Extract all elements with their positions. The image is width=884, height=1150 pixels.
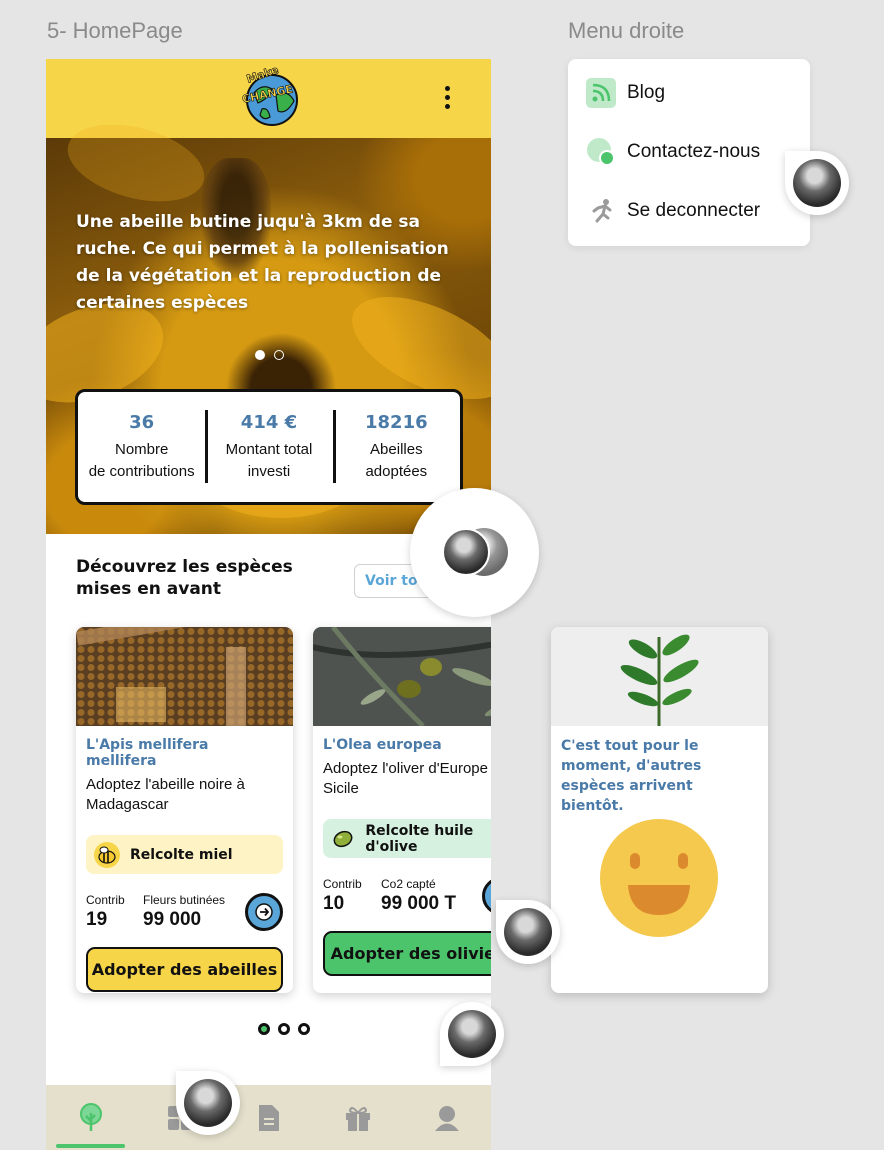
olive-icon <box>331 826 355 852</box>
coming-soon-text: C'est tout pour le moment, d'autres espè… <box>561 738 702 814</box>
adopt-olives-button[interactable]: Adopter des oliviers <box>323 931 491 976</box>
stat-label-line2: adoptées <box>365 463 428 480</box>
card-stat1-label: Contrib <box>323 877 362 891</box>
bottom-tab-bar <box>46 1085 491 1150</box>
card-stat1-value: 10 <box>323 893 345 914</box>
tab-home[interactable] <box>46 1085 135 1150</box>
pager-dot-3[interactable] <box>298 1023 310 1035</box>
collaborator-avatar[interactable] <box>440 1002 504 1066</box>
menu-item-contact[interactable]: Contactez-nous <box>586 137 760 167</box>
more-menu-icon[interactable] <box>440 86 454 112</box>
pager-dot-2[interactable] <box>278 1023 290 1035</box>
seedling-image <box>551 627 768 726</box>
tab-profile[interactable] <box>402 1085 491 1150</box>
hero-dot-2[interactable] <box>274 350 284 360</box>
stats-panel: 36 Nombre de contributions 414 € Montant… <box>75 389 463 505</box>
menu-item-logout[interactable]: Se deconnecter <box>586 196 760 226</box>
stat-label-line1: Montant total <box>225 441 313 458</box>
card-description: Adoptez l'abeille noire à Madagascar <box>86 776 245 813</box>
stat-label-line1: Nombre <box>114 441 169 458</box>
tab-active-indicator <box>56 1144 125 1148</box>
card-stat1-label: Contrib <box>86 893 125 907</box>
card-stat2-value: 99 000 T <box>381 893 456 914</box>
hero-carousel-dots[interactable] <box>255 350 284 360</box>
tree-icon <box>79 1102 102 1131</box>
species-card-olive[interactable]: L'Olea europea Adoptez l'oliver d'Europe… <box>313 627 491 993</box>
stat-bees: 18216 Abeilles adoptées <box>332 392 460 502</box>
card-stat2-label: Fleurs butinées <box>143 893 226 907</box>
hero-text: Une abeille butine juqu'à 3km de sa ruch… <box>76 212 449 313</box>
stat-amount: 414 € Montant total investi <box>205 392 332 502</box>
homepage-screen: Make CHANGE Une abeille butine juqu'à 3k… <box>46 59 491 1150</box>
card-details-button[interactable] <box>245 893 283 931</box>
card-stat2-label: Co2 capté <box>381 877 436 891</box>
olive-branch-image <box>313 627 491 728</box>
stat-value: 18216 <box>365 412 428 433</box>
logo[interactable]: Make CHANGE <box>241 63 302 129</box>
frame-label-menu: Menu droite <box>568 18 685 43</box>
stat-label-line2: investi <box>247 463 291 480</box>
adopt-bees-button[interactable]: Adopter des abeilles <box>86 947 283 992</box>
card-description: Adoptez l'oliver d'Europe en Sicile <box>323 760 491 797</box>
avatar <box>504 908 552 956</box>
menu-item-label: Se deconnecter <box>627 200 761 221</box>
profile-icon <box>434 1105 459 1131</box>
collaborator-avatar[interactable] <box>496 900 560 964</box>
stat-value: 36 <box>129 412 155 433</box>
stat-label-line1: Abeilles <box>370 441 423 458</box>
gift-icon <box>345 1106 370 1131</box>
collaborator-avatar[interactable] <box>176 1071 240 1135</box>
card-tag: Relcolte miel <box>86 835 283 874</box>
avatar <box>442 528 490 576</box>
frame-label-homepage: 5- HomePage <box>47 18 183 43</box>
runner-icon <box>586 196 616 226</box>
stat-contributions: 36 Nombre de contributions <box>78 392 205 502</box>
tab-gifts[interactable] <box>313 1085 402 1150</box>
chat-icon <box>586 137 616 167</box>
menu-item-blog[interactable]: Blog <box>586 78 665 108</box>
card-tag-label: Relcolte huile d'olive <box>365 822 474 855</box>
card-scientific-name: L'Olea europea <box>323 737 442 753</box>
card-tag: Relcolte huile d'olive <box>323 819 491 858</box>
menu-item-label: Contactez-nous <box>627 141 761 162</box>
bee-icon <box>94 841 120 868</box>
document-icon <box>258 1104 279 1131</box>
collaborator-avatar-group[interactable] <box>410 488 539 617</box>
card-stat1-value: 19 <box>86 909 108 930</box>
smiley-icon <box>600 819 718 937</box>
collaborator-avatar[interactable] <box>785 151 849 215</box>
avatar <box>793 159 841 207</box>
card-tag-label: Relcolte miel <box>130 846 233 863</box>
card-scientific-name: L'Apis mellifera mellifera <box>86 737 209 769</box>
right-menu: Blog Contactez-nous Se deconnecter <box>568 59 810 246</box>
beehive-image <box>76 627 293 726</box>
stat-label-line2: de contributions <box>88 463 195 480</box>
hero-dot-1[interactable] <box>255 350 265 360</box>
card-details-button[interactable] <box>482 877 491 915</box>
menu-item-label: Blog <box>627 82 666 103</box>
rss-icon <box>586 78 616 108</box>
avatar <box>448 1010 496 1058</box>
species-card-coming-soon: C'est tout pour le moment, d'autres espè… <box>551 627 768 993</box>
card-stat2-value: 99 000 <box>143 909 202 930</box>
avatar <box>184 1079 232 1127</box>
arrow-right-icon <box>255 903 273 921</box>
cards-pager[interactable] <box>258 1023 310 1035</box>
stat-value: 414 € <box>240 412 298 433</box>
species-card-bee[interactable]: L'Apis mellifera mellifera Adoptez l'abe… <box>76 627 293 993</box>
pager-dot-1[interactable] <box>258 1023 270 1035</box>
section-title: Découvrez les espèces mises en avant <box>76 557 293 599</box>
